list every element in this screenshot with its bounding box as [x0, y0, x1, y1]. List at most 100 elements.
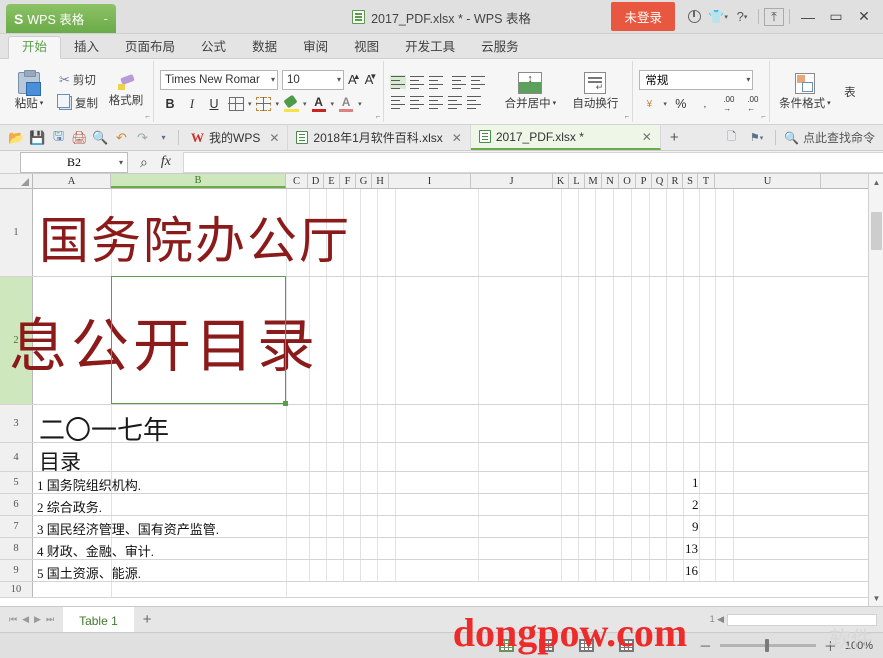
customize-toolbar-icon[interactable]: ▾ — [153, 127, 174, 148]
align-right-button[interactable] — [428, 95, 444, 110]
row-header-9[interactable]: 9 — [0, 560, 33, 581]
increase-font-size-button[interactable]: A ▲ — [348, 72, 361, 87]
font-size-select[interactable]: 10 ▾ — [282, 69, 344, 90]
more-borders-button[interactable] — [254, 95, 274, 114]
align-middle-button[interactable] — [409, 75, 425, 90]
share-icon[interactable]: ⚑ ▾ — [746, 127, 767, 148]
row-cells[interactable]: 3 国民经济管理、国有资产监管. 9 — [33, 516, 883, 537]
globe-icon[interactable] — [683, 5, 705, 29]
formula-input[interactable] — [182, 151, 883, 173]
ribbon-tab-cloud[interactable]: 云服务 — [468, 37, 532, 59]
sheet-tab-table1[interactable]: Table 1 — [63, 607, 134, 632]
normal-view-icon[interactable] — [495, 637, 517, 655]
save-icon[interactable]: 💾 — [27, 127, 48, 148]
copy-button[interactable]: 复制 — [56, 93, 101, 113]
chevron-down-icon[interactable]: ▾ — [248, 100, 252, 108]
italic-button[interactable]: I — [182, 95, 202, 114]
borders-button[interactable] — [226, 95, 246, 114]
first-sheet-icon[interactable]: ⏮ — [9, 614, 17, 625]
row-header-1[interactable]: 1 — [0, 189, 33, 276]
column-header-C[interactable]: C — [286, 174, 308, 188]
name-box[interactable]: B2 ▾ — [20, 151, 128, 173]
bold-button[interactable]: B — [160, 95, 180, 114]
row-header-5[interactable]: 5 — [0, 472, 33, 493]
column-header-O[interactable]: O — [619, 174, 636, 188]
column-header-E[interactable]: E — [324, 174, 340, 188]
chevron-down-icon[interactable]: ▾ — [331, 100, 335, 108]
ribbon-tab-view[interactable]: 视图 — [341, 37, 392, 59]
scroll-down-icon[interactable]: ▼ — [869, 590, 883, 606]
row-cells[interactable]: 2 综合政务. 2 — [33, 494, 883, 515]
wrap-text-button[interactable]: 自动换行 — [564, 72, 626, 111]
decrease-font-size-button[interactable]: A ▼ — [365, 72, 378, 87]
row-cells[interactable]: 息公开目录 — [9, 276, 883, 406]
number-dialog-launcher-icon[interactable]: ⌐ — [761, 112, 766, 121]
scroll-up-icon[interactable]: ▲ — [869, 174, 883, 190]
row-cells[interactable]: 4 财政、金融、审计. 13 — [33, 538, 883, 559]
upload-cloud-icon[interactable]: ⤒ — [764, 7, 784, 26]
font-dialog-launcher-icon[interactable]: ⌐ — [376, 112, 381, 121]
reading-layout-icon[interactable] — [615, 637, 637, 655]
row-cells[interactable]: 二〇一七年 — [33, 405, 883, 445]
clipboard-dialog-launcher-icon[interactable]: ⌐ — [145, 112, 150, 121]
merge-center-button[interactable]: 合并居中 ▾ — [496, 72, 564, 111]
row-header-8[interactable]: 8 — [0, 538, 33, 559]
cut-button[interactable]: ✂ 剪切 — [56, 70, 101, 90]
conditional-format-button[interactable]: 条件格式 ▾ — [776, 72, 834, 111]
open-icon[interactable]: 📂 — [6, 127, 27, 148]
chevron-down-icon[interactable]: ▾ — [303, 100, 307, 108]
ribbon-tab-insert[interactable]: 插入 — [61, 37, 112, 59]
login-button[interactable]: 未登录 — [611, 2, 675, 31]
vertical-scrollbar[interactable]: ▲ ▼ — [868, 174, 883, 606]
page-layout-icon[interactable] — [535, 637, 557, 655]
redo-icon[interactable]: ↷ — [132, 127, 153, 148]
select-all-corner[interactable] — [0, 174, 33, 188]
phonetic-guide-button[interactable]: A — [336, 95, 356, 114]
zoom-slider[interactable] — [719, 639, 816, 652]
doc-tab-2018[interactable]: 2018年1月软件百科.xlsx ✕ — [288, 125, 471, 150]
fill-color-button[interactable] — [281, 95, 301, 114]
doc-list-icon[interactable]: 🗋 — [721, 127, 742, 148]
row-cells[interactable]: 5 国土资源、能源. 16 — [33, 560, 883, 581]
row-cells[interactable] — [33, 582, 883, 597]
doc-tab-close-icon[interactable]: ✕ — [269, 131, 279, 145]
increase-decimal-button[interactable]: .00 → — [719, 95, 739, 114]
row-cells[interactable]: 目录 — [33, 443, 883, 474]
ribbon-tab-data[interactable]: 数据 — [239, 37, 290, 59]
print-icon[interactable]: 🖨 — [69, 127, 90, 148]
column-header-F[interactable]: F — [340, 174, 356, 188]
paste-button[interactable]: 粘贴 ▾ — [6, 70, 52, 111]
column-header-R[interactable]: R — [668, 174, 683, 188]
alignment-dialog-launcher-icon[interactable]: ⌐ — [625, 112, 630, 121]
increase-indent-button[interactable] — [470, 75, 486, 90]
align-center-button[interactable] — [409, 95, 425, 110]
column-header-G[interactable]: G — [356, 174, 372, 188]
horizontal-scroll-thumb[interactable] — [727, 613, 877, 626]
column-header-S[interactable]: S — [683, 174, 698, 188]
chevron-down-icon[interactable]: ▾ — [663, 100, 667, 108]
column-header-B[interactable]: B — [111, 174, 286, 188]
column-header-H[interactable]: H — [372, 174, 389, 188]
comma-format-button[interactable]: , — [695, 95, 715, 114]
number-format-select[interactable]: 常规 ▾ — [639, 69, 754, 90]
row-header-4[interactable]: 4 — [0, 443, 33, 471]
percent-format-button[interactable]: % — [671, 95, 691, 114]
ribbon-tab-review[interactable]: 审阅 — [290, 37, 341, 59]
undo-icon[interactable]: ↶ — [111, 127, 132, 148]
column-header-T[interactable]: T — [698, 174, 715, 188]
column-header-A[interactable]: A — [33, 174, 111, 188]
font-color-button[interactable]: A — [309, 95, 329, 114]
wps-app-tab-close-icon[interactable]: - — [104, 11, 108, 26]
next-sheet-icon[interactable]: ▶ — [34, 614, 41, 625]
ribbon-tab-home[interactable]: 开始 — [8, 35, 62, 59]
decrease-decimal-button[interactable]: .00 ← — [743, 95, 763, 114]
table-style-button[interactable]: 表 — [840, 84, 860, 100]
column-header-J[interactable]: J — [471, 174, 553, 188]
align-bottom-button[interactable] — [428, 75, 444, 90]
minimize-button[interactable]: — — [795, 4, 821, 30]
help-icon[interactable]: ? ▾ — [731, 5, 753, 29]
zoom-formula-icon[interactable]: ⌕ — [140, 154, 148, 171]
column-header-I[interactable]: I — [389, 174, 471, 188]
align-top-button[interactable] — [390, 74, 407, 90]
column-header-K[interactable]: K — [553, 174, 569, 188]
